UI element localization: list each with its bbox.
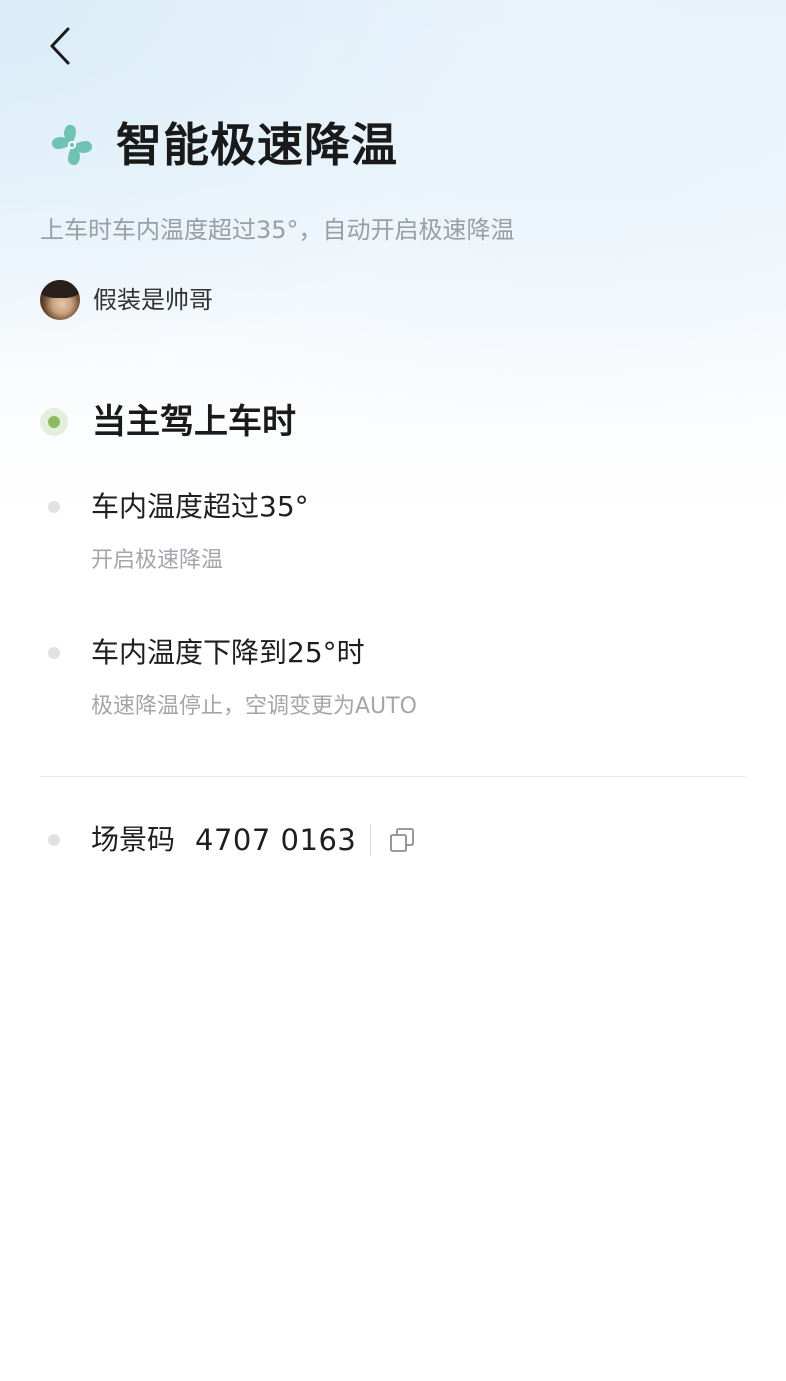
bullet-icon	[48, 834, 60, 846]
bullet-icon	[48, 647, 60, 659]
divider	[40, 776, 746, 777]
fan-icon	[51, 124, 93, 166]
author-name: 假装是帅哥	[93, 286, 213, 314]
trigger-label: 当主驾上车时	[92, 402, 296, 442]
author-info[interactable]: 假装是帅哥	[40, 280, 213, 320]
chevron-left-icon	[50, 27, 70, 65]
step-title: 车内温度超过35°	[91, 490, 309, 523]
trigger-dot-icon	[40, 408, 68, 436]
copy-icon	[390, 828, 415, 852]
back-button[interactable]	[38, 22, 82, 70]
scene-code-value: 4707 0163	[195, 823, 357, 857]
separator	[370, 824, 372, 856]
step-description: 开启极速降温	[91, 548, 224, 573]
action-step: 车内温度下降到25°时 极速降温停止，空调变更为AUTO	[48, 633, 417, 723]
scene-code-row: 场景码 4707 0163	[48, 820, 417, 860]
bullet-icon	[48, 501, 60, 513]
action-step: 车内温度超过35° 开启极速降温	[48, 487, 309, 577]
avatar	[40, 280, 80, 320]
step-title: 车内温度下降到25°时	[91, 636, 365, 669]
page-title: 智能极速降温	[116, 118, 398, 172]
trigger-condition: 当主驾上车时	[40, 399, 296, 445]
copy-button[interactable]	[387, 825, 417, 855]
page-description: 上车时车内温度超过35°，自动开启极速降温	[40, 216, 515, 244]
step-description: 极速降温停止，空调变更为AUTO	[91, 694, 417, 719]
scene-code-label: 场景码	[91, 823, 176, 856]
page-header: 智能极速降温	[46, 115, 398, 175]
